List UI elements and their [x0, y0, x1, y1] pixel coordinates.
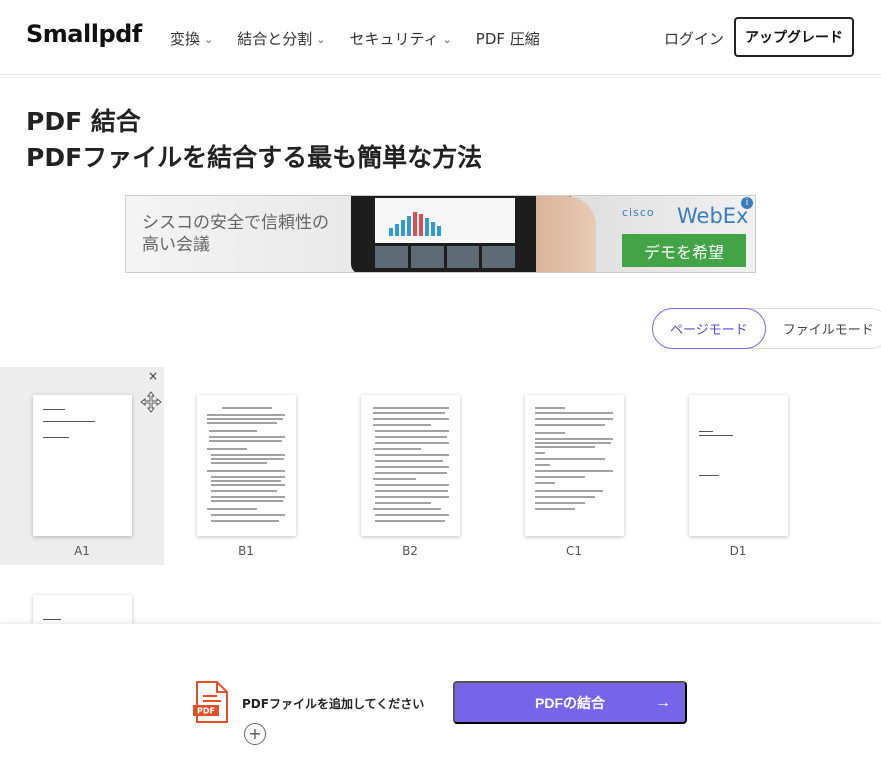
page-tile-b1[interactable]: B1 [164, 367, 328, 565]
pdf-icon-label: PDF [197, 707, 215, 716]
text-lines-graphic [373, 407, 449, 522]
chevron-down-icon: ⌄ [316, 33, 326, 46]
arrow-right-icon: → [655, 694, 671, 711]
page-tile-d1[interactable]: D1 [656, 367, 820, 565]
nav-label: 結合と分割 [237, 30, 313, 48]
login-link[interactable]: ログイン [664, 28, 724, 49]
page-label: A1 [74, 544, 90, 558]
chevron-down-icon: ⌄ [204, 33, 214, 46]
move-icon[interactable] [140, 391, 162, 413]
ad-banner[interactable]: シスコの安全で信頼性の高い会議 cisco WebEx デモを希望 i [125, 195, 756, 273]
page-thumbnail [197, 395, 296, 536]
nav-merge-split[interactable]: 結合と分割 ⌄ [237, 28, 325, 49]
chevron-down-icon: ⌄ [442, 33, 452, 46]
page-label: D1 [729, 544, 747, 558]
mode-toggle: ページモード ファイルモード [652, 308, 881, 349]
merge-pdf-button[interactable]: PDFの結合 → [453, 681, 687, 724]
page-thumbnail [33, 395, 132, 536]
nav-convert[interactable]: 変換 ⌄ [170, 28, 213, 49]
page-subtitle: PDFファイルを結合する最も簡単な方法 [26, 143, 483, 172]
page-thumbnail [689, 395, 788, 536]
page-tile-c1[interactable]: C1 [492, 367, 656, 565]
page-mode-button[interactable]: ページモード [652, 308, 766, 349]
nav-label: PDF 圧縮 [475, 30, 540, 48]
page-label: B1 [238, 544, 254, 558]
page-label: B2 [402, 544, 418, 558]
ad-video-thumbs [375, 246, 515, 268]
page-tile-a1[interactable]: × A1 [0, 367, 164, 565]
close-icon[interactable]: × [148, 369, 158, 383]
nav-label: セキュリティ [349, 30, 439, 48]
bottom-action-bar: PDF PDFファイルを追加してください + PDFの結合 → [0, 623, 881, 759]
top-header: Smallpdf 変換 ⌄ 結合と分割 ⌄ セキュリティ ⌄ PDF 圧縮 ログ… [0, 0, 881, 75]
page-thumbnail [361, 395, 460, 536]
nav-label: 変換 [170, 30, 201, 48]
ad-chart-graphic [389, 210, 459, 236]
text-lines-graphic [535, 407, 613, 510]
webex-logo: WebEx [677, 204, 749, 228]
add-files-text[interactable]: PDFファイルを追加してください [242, 695, 424, 712]
page-title: PDF 結合 [26, 107, 141, 136]
cisco-logo: cisco [622, 206, 655, 219]
file-mode-button[interactable]: ファイルモード [747, 308, 881, 349]
ad-hand-image [536, 196, 596, 272]
ad-cta-button[interactable]: デモを希望 [622, 234, 746, 267]
main-nav: 変換 ⌄ 結合と分割 ⌄ セキュリティ ⌄ PDF 圧縮 [170, 28, 540, 49]
ad-headline: シスコの安全で信頼性の高い会議 [142, 213, 329, 255]
page-tile-b2[interactable]: B2 [328, 367, 492, 565]
ad-info-icon[interactable]: i [741, 197, 753, 209]
nav-security[interactable]: セキュリティ ⌄ [349, 28, 451, 49]
upgrade-button[interactable]: アップグレード [734, 17, 854, 57]
smallpdf-logo[interactable]: Smallpdf [26, 20, 142, 48]
text-lines-graphic [207, 407, 285, 522]
merge-label: PDFの結合 [535, 694, 605, 711]
add-icon[interactable]: + [244, 723, 266, 745]
nav-compress[interactable]: PDF 圧縮 [476, 28, 540, 49]
pdf-file-icon[interactable]: PDF [193, 680, 229, 724]
page-label: C1 [565, 544, 582, 558]
page-thumbnail [525, 395, 624, 536]
